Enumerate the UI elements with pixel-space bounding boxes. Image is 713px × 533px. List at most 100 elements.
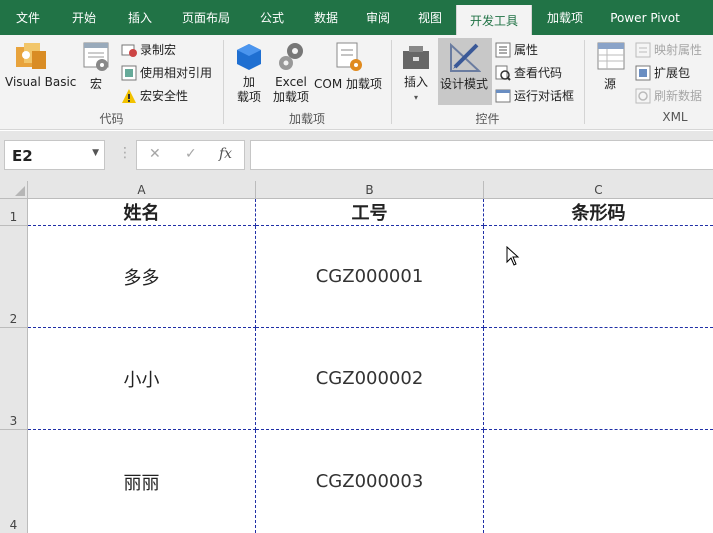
cell-c1[interactable]: 条形码 xyxy=(484,199,713,226)
refresh-data-label: 刷新数据 xyxy=(654,89,703,103)
name-box[interactable]: E2 ▼ xyxy=(4,140,105,170)
design-mode-icon xyxy=(449,41,482,76)
properties-button[interactable]: 属性 xyxy=(495,41,538,58)
formula-bar: E2 ▼ ⋮ ✕ ✓ fx xyxy=(0,131,713,181)
cell-a2[interactable]: 多多 xyxy=(28,226,256,328)
formula-buttons: ✕ ✓ fx xyxy=(136,140,245,170)
tab-data[interactable]: 数据 xyxy=(300,0,352,35)
addins-label-line1: 加 xyxy=(242,75,255,89)
use-relative-references-button[interactable]: 使用相对引用 xyxy=(121,64,212,81)
visual-basic-icon xyxy=(14,41,50,78)
warning-icon xyxy=(121,88,137,104)
tab-view[interactable]: 视图 xyxy=(404,0,456,35)
row-header-1[interactable]: 1 xyxy=(0,199,28,226)
record-macro-icon xyxy=(121,42,137,58)
macros-button[interactable]: 宏 xyxy=(90,75,102,92)
column-header-c[interactable]: C xyxy=(484,181,713,199)
com-addins-icon xyxy=(335,41,365,76)
column-header-b[interactable]: B xyxy=(256,181,484,199)
tab-file[interactable]: 文件 xyxy=(0,0,56,35)
addins-icon xyxy=(236,43,262,74)
excel-addins-button[interactable]: Excel 加载项 xyxy=(270,75,312,105)
enter-icon[interactable]: ✓ xyxy=(185,146,197,162)
tab-developer[interactable]: 开发工具 xyxy=(456,5,532,35)
map-properties-label: 映射属性 xyxy=(654,43,703,57)
cell-a4[interactable]: 丽丽 xyxy=(28,430,256,533)
map-properties-button[interactable]: 映射属性 xyxy=(635,41,702,58)
select-all-button[interactable] xyxy=(0,181,28,199)
insert-control-button[interactable]: 插入 ▾ xyxy=(401,75,431,105)
cell-c3[interactable] xyxy=(484,328,713,430)
xml-source-icon xyxy=(596,41,626,76)
column-header-a[interactable]: A xyxy=(28,181,256,199)
tab-review[interactable]: 审阅 xyxy=(352,0,404,35)
properties-icon xyxy=(495,42,511,58)
chevron-down-icon: ▾ xyxy=(413,93,418,102)
cell-c2[interactable] xyxy=(484,226,713,328)
tab-home[interactable]: 开始 xyxy=(56,0,112,35)
insert-control-label: 插入 xyxy=(403,75,428,89)
relative-references-icon xyxy=(121,65,137,81)
map-properties-icon xyxy=(635,42,651,58)
addins-group-label: 加载项 xyxy=(288,112,325,126)
cell-b3[interactable]: CGZ000002 xyxy=(256,328,484,430)
design-mode-button[interactable]: 设计模式 xyxy=(440,75,488,92)
controls-group-label: 控件 xyxy=(475,112,500,126)
refresh-data-button[interactable]: 刷新数据 xyxy=(635,87,702,104)
run-dialog-icon xyxy=(495,88,511,104)
expansion-packs-button[interactable]: 扩展包 xyxy=(635,64,690,81)
tab-formulas[interactable]: 公式 xyxy=(244,0,300,35)
properties-label: 属性 xyxy=(514,43,539,57)
record-macro-label: 录制宏 xyxy=(140,43,177,57)
run-dialog-button[interactable]: 运行对话框 xyxy=(495,87,574,104)
visual-basic-button[interactable]: Visual Basic xyxy=(5,75,76,89)
cell-b4[interactable]: CGZ000003 xyxy=(256,430,484,533)
view-code-icon xyxy=(495,65,511,81)
tab-power-pivot[interactable]: Power Pivot xyxy=(598,0,692,35)
addins-label-line2: 载项 xyxy=(236,90,261,104)
tab-insert[interactable]: 插入 xyxy=(112,0,168,35)
chevron-down-icon[interactable]: ▼ xyxy=(92,148,99,158)
view-code-label: 查看代码 xyxy=(514,66,563,80)
insert-function-icon[interactable]: fx xyxy=(219,146,232,162)
excel-addins-label-line1: Excel xyxy=(275,75,307,89)
cell-b2[interactable]: CGZ000001 xyxy=(256,226,484,328)
ribbon-developer: Visual Basic 宏 录制宏 使用相对引用 宏安全性 代码 加 载项 E… xyxy=(0,35,713,130)
mouse-pointer-icon xyxy=(506,245,520,266)
row-header-4[interactable]: 4 xyxy=(0,430,28,533)
record-macro-button[interactable]: 录制宏 xyxy=(121,41,176,58)
view-code-button[interactable]: 查看代码 xyxy=(495,64,562,81)
row-header-3[interactable]: 3 xyxy=(0,328,28,430)
macro-security-label: 宏安全性 xyxy=(140,89,189,103)
cell-c4[interactable] xyxy=(484,430,713,533)
ribbon-tab-bar: 文件 开始 插入 页面布局 公式 数据 审阅 视图 开发工具 加载项 Power… xyxy=(0,0,713,35)
select-all-icon xyxy=(15,186,25,196)
use-relative-label: 使用相对引用 xyxy=(140,66,213,80)
expansion-packs-label: 扩展包 xyxy=(654,66,691,80)
refresh-data-icon xyxy=(635,88,651,104)
worksheet-grid: A B C 1 2 3 4 姓名 工号 条形码 多多 CGZ000001 小小 … xyxy=(0,181,713,533)
insert-control-icon xyxy=(401,43,431,76)
group-separator xyxy=(584,40,585,124)
cell-b1[interactable]: 工号 xyxy=(256,199,484,226)
macro-security-button[interactable]: 宏安全性 xyxy=(121,87,188,104)
cell-a3[interactable]: 小小 xyxy=(28,328,256,430)
cancel-icon[interactable]: ✕ xyxy=(149,146,161,162)
row-header-2[interactable]: 2 xyxy=(0,226,28,328)
tab-page-layout[interactable]: 页面布局 xyxy=(168,0,244,35)
cell-a1[interactable]: 姓名 xyxy=(28,199,256,226)
name-box-value: E2 xyxy=(12,147,33,165)
excel-addins-label-line2: 加载项 xyxy=(272,90,309,104)
run-dialog-label: 运行对话框 xyxy=(514,89,575,103)
excel-addins-gear-icon xyxy=(277,41,307,76)
vertical-dots-icon[interactable]: ⋮ xyxy=(118,145,132,161)
xml-source-button[interactable]: 源 xyxy=(604,75,616,92)
code-group-label: 代码 xyxy=(99,112,124,126)
formula-input[interactable] xyxy=(250,140,713,170)
macros-icon xyxy=(82,41,112,76)
expansion-packs-icon xyxy=(635,65,651,81)
tab-addins[interactable]: 加载项 xyxy=(532,0,598,35)
addins-button[interactable]: 加 载项 xyxy=(234,75,264,105)
com-addins-button[interactable]: COM 加载项 xyxy=(314,75,382,92)
xml-group-label: XML xyxy=(662,110,688,124)
